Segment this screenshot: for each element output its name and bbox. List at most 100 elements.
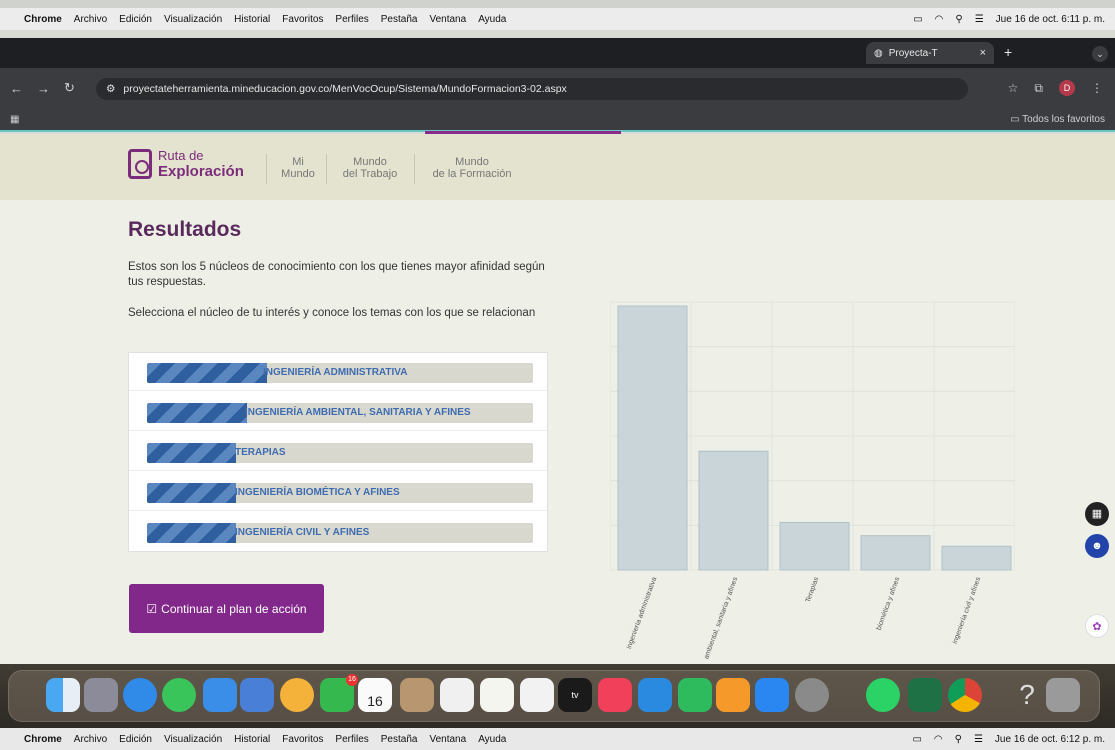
battery-icon[interactable]: ▭ (912, 734, 921, 745)
help-icon[interactable]: ? (1010, 678, 1044, 712)
menu-ayuda[interactable]: Ayuda (478, 14, 506, 25)
notes-icon[interactable] (480, 678, 514, 712)
menu-kebab-icon[interactable]: ⋮ (1091, 81, 1103, 95)
profile-avatar[interactable]: D (1059, 80, 1075, 96)
menu-pestana[interactable]: Pestaña (381, 734, 418, 745)
nav-mundo-formacion[interactable]: Mundo de la Formación (422, 156, 522, 180)
brain-icon[interactable]: ✿ (1085, 614, 1109, 638)
music-icon[interactable] (598, 678, 632, 712)
macos-menubar-top: Chrome Archivo Edición Visualización His… (0, 8, 1115, 30)
launchpad-icon[interactable] (84, 678, 118, 712)
list-item[interactable]: INGENIERÍA ADMINISTRATIVA (129, 353, 547, 391)
continue-button[interactable]: ☑ Continuar al plan de acción (129, 584, 324, 633)
trash-icon[interactable] (1046, 678, 1080, 712)
page-title: Resultados (128, 218, 242, 241)
extensions-icon[interactable]: ⧉ (1034, 81, 1043, 96)
reload-icon[interactable]: ↻ (64, 80, 75, 96)
new-tab-icon[interactable]: + (1004, 44, 1012, 60)
freeform-icon[interactable] (520, 678, 554, 712)
close-tab-icon[interactable]: × (980, 47, 986, 59)
bookmark-star-icon[interactable]: ☆ (1008, 81, 1019, 95)
calendar-icon[interactable]: 16 (358, 678, 392, 712)
all-bookmarks[interactable]: ▭ Todos los favoritos (1010, 114, 1105, 125)
assistant-icon[interactable]: ☻ (1085, 534, 1109, 558)
tab-search-icon[interactable]: ⌄ (1092, 46, 1108, 62)
menu-visualizacion[interactable]: Visualización (164, 734, 222, 745)
menu-visualizacion[interactable]: Visualización (164, 14, 222, 25)
app-store-icon[interactable] (755, 678, 789, 712)
whatsapp-icon[interactable] (866, 678, 900, 712)
forward-icon[interactable]: → (37, 81, 50, 96)
apps-side-icon[interactable]: ▦ (1085, 502, 1109, 526)
logo-line1: Ruta de (158, 148, 204, 163)
safari-icon[interactable] (123, 678, 157, 712)
contacts-icon[interactable] (400, 678, 434, 712)
messages-icon[interactable] (162, 678, 196, 712)
selection-instructions: Selecciona el núcleo de tu interés y con… (128, 307, 536, 319)
chrome-icon[interactable] (948, 678, 982, 712)
menu-ayuda[interactable]: Ayuda (478, 734, 506, 745)
continue-label: Continuar al plan de acción (161, 601, 307, 616)
photos-icon[interactable] (280, 678, 314, 712)
finder-icon[interactable] (46, 678, 80, 712)
mail-icon[interactable] (203, 678, 237, 712)
core-label: TERAPIAS (235, 447, 286, 458)
spotlight-icon[interactable]: ⚲ (955, 14, 962, 25)
menu-pestana[interactable]: Pestaña (381, 14, 418, 25)
list-item[interactable]: INGENIERÍA AMBIENTAL, SANITARIA Y AFINES (129, 393, 547, 431)
menu-perfiles[interactable]: Perfiles (335, 14, 368, 25)
affinity-bar: INGENIERÍA CIVIL Y AFINES (147, 523, 533, 543)
excel-icon[interactable] (908, 678, 942, 712)
menu-perfiles[interactable]: Perfiles (335, 734, 368, 745)
site-logo[interactable]: Ruta de Exploración (128, 148, 244, 180)
affinity-bar-fill (147, 363, 267, 383)
menu-edicion[interactable]: Edición (119, 14, 152, 25)
menu-historial[interactable]: Historial (234, 14, 270, 25)
menu-archivo[interactable]: Archivo (74, 14, 107, 25)
control-center-icon[interactable]: ☰ (974, 734, 983, 745)
site-settings-icon[interactable]: ⚙ (106, 83, 115, 95)
affinity-bar: INGENIERÍA AMBIENTAL, SANITARIA Y AFINES (147, 403, 533, 423)
menu-historial[interactable]: Historial (234, 734, 270, 745)
control-center-icon[interactable]: ☰ (975, 14, 984, 25)
menu-edicion[interactable]: Edición (119, 734, 152, 745)
web-page: Ruta de Exploración Mi Mundo Mundo del T… (0, 134, 1115, 664)
app-name[interactable]: Chrome (24, 14, 62, 25)
nav-separator (326, 154, 327, 184)
facetime-badge: 16 (346, 674, 358, 686)
clock[interactable]: Jue 16 de oct. 6:11 p. m. (996, 14, 1105, 25)
pages-icon[interactable] (716, 678, 750, 712)
battery-icon[interactable]: ▭ (913, 14, 922, 25)
clock[interactable]: Jue 16 de oct. 6:12 p. m. (995, 734, 1105, 745)
facetime-icon[interactable]: 16 (320, 674, 358, 712)
wifi-icon[interactable]: ◠ (935, 14, 944, 25)
x-tick-label: biomética y afines (876, 576, 902, 632)
list-item[interactable]: INGENIERÍA BIOMÉTICA Y AFINES (129, 473, 547, 511)
menu-ventana[interactable]: Ventana (429, 734, 466, 745)
affinity-bar-fill (147, 483, 236, 503)
tv-icon[interactable]: tv (558, 678, 592, 712)
back-icon[interactable]: ← (10, 81, 23, 96)
wifi-icon[interactable]: ◠ (934, 734, 943, 745)
system-settings-icon[interactable] (795, 678, 829, 712)
app-name[interactable]: Chrome (24, 734, 62, 745)
spotlight-icon[interactable]: ⚲ (955, 734, 962, 745)
reminders-icon[interactable] (440, 678, 474, 712)
menu-archivo[interactable]: Archivo (74, 734, 107, 745)
affinity-bar: TERAPIAS (147, 443, 533, 463)
nav-mundo-trabajo[interactable]: Mundo del Trabajo (332, 156, 408, 180)
address-bar[interactable]: ⚙ proyectateherramienta.mineducacion.gov… (96, 78, 968, 100)
list-item[interactable]: TERAPIAS (129, 433, 547, 471)
menu-ventana[interactable]: Ventana (429, 14, 466, 25)
menu-favoritos[interactable]: Favoritos (282, 14, 323, 25)
tab-strip: ◍ Proyecta-T × + ⌄ (0, 38, 1115, 68)
x-tick-label: ingeniería administrativa (626, 576, 659, 650)
maps-icon[interactable] (240, 678, 274, 712)
menu-favoritos[interactable]: Favoritos (282, 734, 323, 745)
keynote-icon[interactable] (638, 678, 672, 712)
numbers-icon[interactable] (678, 678, 712, 712)
tab-proyecta-t[interactable]: ◍ Proyecta-T × (866, 42, 994, 64)
nav-mi-mundo[interactable]: Mi Mundo (276, 156, 320, 180)
apps-icon[interactable]: ▦ (10, 114, 19, 125)
list-item[interactable]: INGENIERÍA CIVIL Y AFINES (129, 513, 547, 551)
